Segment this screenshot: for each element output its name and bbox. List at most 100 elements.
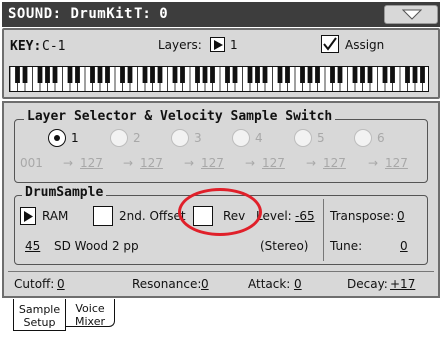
black-key: [225, 67, 230, 83]
layers-label: Layers:: [158, 38, 202, 52]
layer-radio-4[interactable]: [232, 129, 250, 147]
sound-title: SOUND: DrumKit: [8, 6, 134, 22]
drum-sample-title: DrumSample: [22, 185, 107, 200]
black-key: [105, 67, 110, 83]
page-menu-button[interactable]: [384, 5, 438, 24]
layer-selector-title: Layer Selector & Velocity Sample Switch: [24, 109, 336, 124]
black-key: [45, 67, 50, 83]
transpose-label: Transpose:: [330, 209, 395, 223]
layer-radio-label: 2: [133, 131, 141, 145]
play-triangle-icon: [214, 40, 223, 50]
layer-radio-2[interactable]: [110, 129, 128, 147]
black-key: [210, 67, 215, 83]
layer-radio-label: 6: [377, 131, 385, 145]
play-triangle-icon: [24, 211, 33, 222]
key-value[interactable]: C-1: [42, 39, 65, 54]
black-key: [37, 67, 43, 83]
black-key: [405, 67, 410, 83]
velocity-arrow: →: [245, 156, 256, 170]
triangle-down-icon: [402, 9, 422, 20]
black-key: [382, 67, 388, 83]
assign-checkbox[interactable]: [321, 35, 339, 53]
velocity-value[interactable]: 127: [262, 156, 285, 170]
black-key: [262, 67, 268, 83]
tab-voice-mixer[interactable]: Voice Mixer: [66, 299, 115, 327]
ram-label: RAM: [42, 209, 69, 223]
title-bar: SOUND: DrumKit T: 0: [2, 2, 440, 27]
keyboard[interactable]: [9, 66, 429, 92]
sample-name[interactable]: SD Wood 2 pp: [54, 239, 139, 253]
decay-label: Decay:: [347, 277, 388, 291]
velocity-value: 001: [20, 156, 43, 170]
tab-sample-setup-line1: Sample: [18, 303, 61, 316]
black-key: [120, 67, 125, 83]
rev-checkbox[interactable]: [193, 206, 213, 226]
tab-sample-setup-line2: Setup: [23, 316, 56, 329]
layer-radio-3[interactable]: [171, 129, 189, 147]
black-key: [330, 67, 335, 83]
resonance-value[interactable]: 0: [201, 277, 209, 291]
stereo-indicator: (Stereo): [260, 239, 309, 253]
layer-radio-5[interactable]: [294, 129, 312, 147]
black-key: [172, 67, 178, 83]
black-key: [315, 67, 320, 83]
drum-sample-divider: [323, 199, 324, 261]
attack-value[interactable]: 0: [294, 277, 302, 291]
tune-label: Tune:: [330, 239, 363, 253]
layers-selector[interactable]: [210, 37, 225, 52]
black-key: [75, 67, 80, 83]
black-key: [337, 67, 343, 83]
cutoff-value[interactable]: 0: [57, 277, 65, 291]
black-key: [142, 67, 148, 83]
attack-label: Attack:: [248, 277, 291, 291]
tab-voice-mixer-line2: Mixer: [74, 315, 105, 328]
velocity-value[interactable]: 127: [140, 156, 163, 170]
tune-value[interactable]: 0: [400, 239, 408, 253]
transpose-value[interactable]: 0: [397, 209, 405, 223]
assign-label: Assign: [345, 38, 385, 52]
layer-radio-label: 1: [71, 131, 79, 145]
black-key: [232, 67, 238, 83]
black-key: [247, 67, 253, 83]
black-key: [195, 67, 200, 83]
offset-checkbox[interactable]: [93, 206, 113, 226]
layer-radio-label: 4: [255, 131, 263, 145]
keyboard-keys[interactable]: [10, 67, 429, 92]
black-key: [307, 67, 313, 83]
velocity-value[interactable]: 127: [201, 156, 224, 170]
black-key: [360, 67, 365, 83]
velocity-arrow: →: [368, 156, 379, 170]
level-value[interactable]: -65: [295, 209, 315, 223]
black-key: [412, 67, 418, 83]
sample-number[interactable]: 45: [25, 239, 40, 253]
velocity-value[interactable]: 127: [323, 156, 346, 170]
tab-sample-setup[interactable]: Sample Setup: [13, 299, 66, 331]
layer-radio-label: 5: [317, 131, 325, 145]
layer-radio-1[interactable]: [48, 129, 66, 147]
rev-label: Rev: [223, 209, 246, 223]
level-label: Level:: [256, 209, 292, 223]
velocity-arrow: →: [123, 156, 134, 170]
ram-selector[interactable]: [20, 207, 36, 225]
resonance-label: Resonance:: [132, 277, 202, 291]
params-divider: [8, 271, 434, 272]
black-key: [390, 67, 395, 83]
black-key: [90, 67, 95, 83]
black-key: [300, 67, 305, 83]
black-key: [150, 67, 155, 83]
layer-radio-label: 3: [194, 131, 202, 145]
black-key: [255, 67, 260, 83]
velocity-value[interactable]: 127: [385, 156, 408, 170]
velocity-arrow: →: [306, 156, 317, 170]
key-panel: KEY: C-1 Layers: 1 Assign: [2, 28, 440, 99]
offset-label: 2nd. Offset: [119, 209, 186, 223]
black-key: [15, 67, 20, 83]
black-key: [97, 67, 103, 83]
layer-radio-6[interactable]: [354, 129, 372, 147]
tab-voice-mixer-line1: Voice: [75, 302, 105, 315]
checkmark-icon: [323, 37, 337, 51]
velocity-value[interactable]: 127: [80, 156, 103, 170]
main-panel: Layer Selector & Velocity Sample Switch …: [2, 101, 440, 298]
layers-value: 1: [230, 38, 238, 52]
decay-value[interactable]: +17: [390, 277, 415, 291]
